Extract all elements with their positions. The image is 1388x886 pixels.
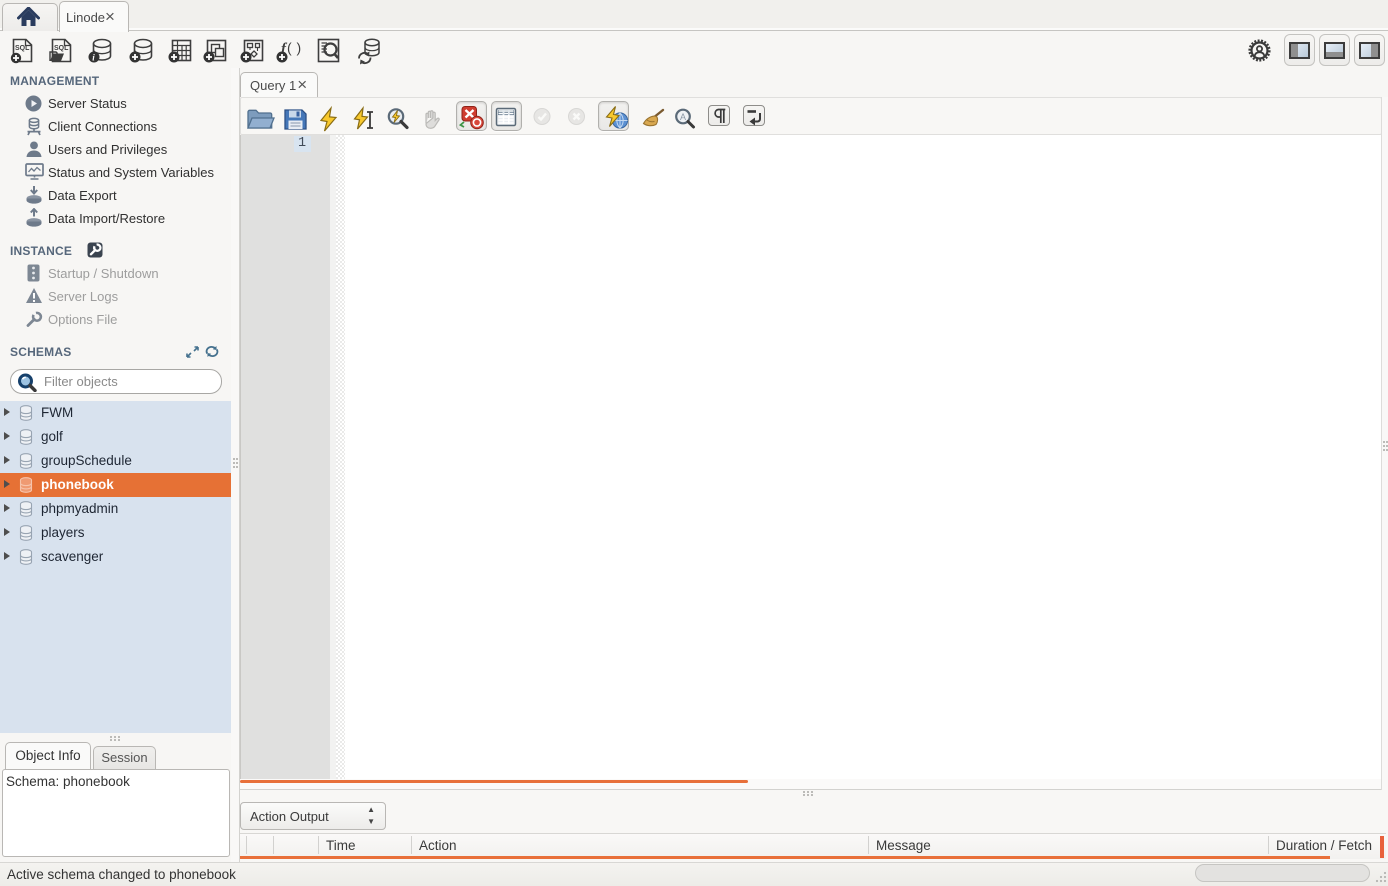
svg-text:SQL: SQL: [15, 45, 30, 52]
svg-text:A: A: [680, 112, 686, 122]
svg-text:SQL: SQL: [54, 45, 69, 52]
svg-text:( ): ( ): [287, 40, 302, 56]
